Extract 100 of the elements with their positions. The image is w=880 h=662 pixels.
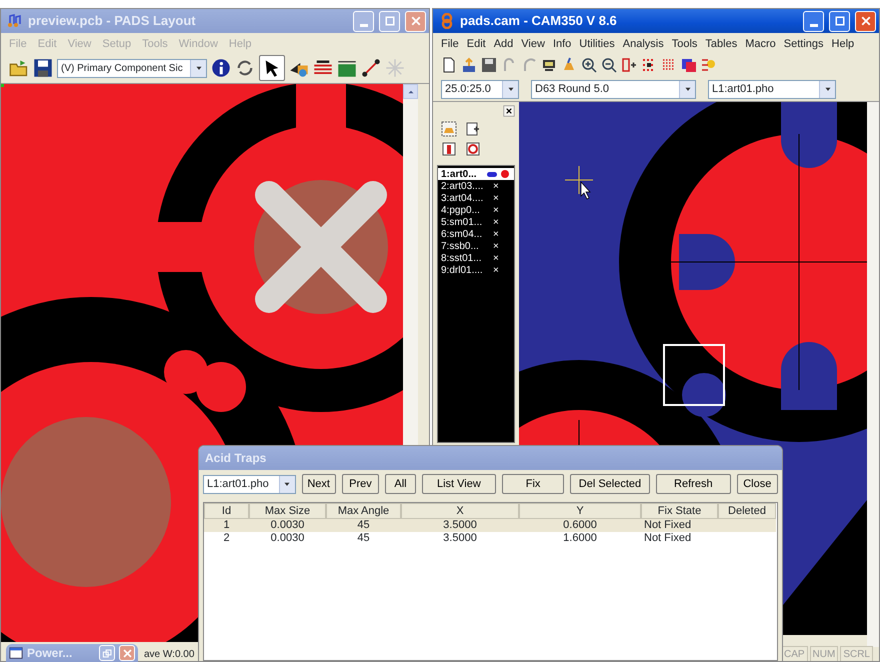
hidden-mark[interactable]: × [493,190,499,206]
close-panel-icon[interactable] [503,105,515,117]
column-header[interactable]: Max Size [249,503,326,519]
column-header[interactable]: Y [519,503,641,519]
starburst-icon[interactable] [385,58,405,78]
add-layer-icon[interactable] [465,121,481,137]
table-cell-text: 45 [356,532,371,545]
zoom-in-icon[interactable] [581,57,597,73]
menu-item[interactable]: Add [494,36,514,50]
dialog-button[interactable]: Del Selected [570,474,650,494]
aperture-dropdown[interactable]: D63 Round 5.0 [531,80,696,98]
maximize-button[interactable] [829,10,850,32]
layer-item[interactable]: 1:art0... [438,168,514,180]
status-indicator: NUM [810,646,838,661]
hidden-mark[interactable]: × [493,250,499,266]
column-header[interactable]: Max Angle [326,503,401,519]
status-indicator: SCRL [840,646,873,661]
music-note-icon [7,13,23,29]
layer-item[interactable]: 3:art04.... × [438,192,514,204]
column-header[interactable]: Fix State [641,503,718,519]
app-logo-icon [439,13,455,29]
minimize-icon [810,24,818,26]
menu-item[interactable]: View [521,36,545,50]
layers-icon[interactable] [681,57,697,73]
grid-dropdown[interactable]: 25.0:25.0 [441,80,519,98]
layer-item[interactable]: 6:sm04... × [438,228,514,240]
hidden-mark[interactable]: × [493,226,499,242]
minimize-button[interactable] [803,10,824,32]
menu-item[interactable]: Utilities [579,36,615,50]
window-title: Power... [27,645,74,662]
layer-name: 7:ssb0... [441,240,480,254]
paint-layer-icon[interactable] [441,121,457,137]
dialog-button[interactable]: All [385,474,416,494]
table-cell: 0.6000 [519,519,641,532]
table-cell-text: 0.0030 [270,532,306,545]
column-header[interactable]: Deleted [718,503,776,519]
select-tool-button[interactable] [259,55,285,81]
layer-name: 3:art04.... [441,192,484,206]
layer-name: 6:sm04... [441,228,484,242]
menu-item[interactable]: Tools [672,36,698,50]
dialog-button[interactable]: Fix [502,474,564,494]
table-cell: 1 [204,519,249,532]
menu-item[interactable]: Help [832,36,854,50]
layer-item[interactable]: 4:pgp0... × [438,204,514,216]
layer-info-icon[interactable] [441,141,457,157]
dialog-button[interactable]: List View [422,474,496,494]
table-cell [718,519,776,532]
vertical-scrollbar[interactable] [867,102,879,647]
layer-item[interactable]: 9:drl01.... × [438,264,514,276]
folder-icon[interactable] [9,58,29,78]
info-icon[interactable] [211,58,231,78]
layer-item[interactable]: 7:ssb0... × [438,240,514,252]
save-icon[interactable] [481,57,497,73]
layer-name: 8:sst01... [441,252,483,266]
close-icon [122,648,132,658]
column-header[interactable]: Id [204,503,249,519]
menu-item[interactable]: Macro [745,36,776,50]
layer-name: 4:pgp0... [441,204,481,218]
line-tool-icon[interactable] [361,58,381,78]
window-icon [9,646,23,660]
import-icon[interactable] [461,57,477,73]
monitor-icon[interactable] [541,57,557,73]
menu-item[interactable]: Settings [784,36,824,50]
layer-name: 9:drl01.... [441,264,484,278]
window-title: pads.cam - CAM350 V 8.6 [460,12,618,30]
dialog-button[interactable]: Refresh [656,474,731,494]
close-button[interactable] [855,10,876,32]
refresh-icon[interactable] [235,58,255,78]
hidden-mark[interactable]: × [493,178,499,194]
column-header[interactable]: X [401,503,519,519]
layer-name: 2:art03.... [441,180,484,194]
dialog-button[interactable]: Close [736,474,778,494]
menu-item[interactable]: Tables [705,36,738,50]
table-cell: 3.5000 [401,519,519,532]
layer-item[interactable]: 5:sm01... × [438,216,514,228]
new-file-icon[interactable] [441,57,457,73]
save-icon[interactable] [33,58,53,78]
hidden-mark[interactable]: × [493,262,499,278]
restore-icon [102,648,112,658]
hidden-mark[interactable]: × [493,214,499,230]
layer-target-icon[interactable] [465,141,481,157]
dialog-title: Acid Traps [205,450,266,467]
zoom-out-icon[interactable] [601,57,617,73]
menu-item[interactable]: Analysis [622,36,664,50]
layer-dropdown[interactable]: L1:art01.pho [203,474,296,494]
minimize-icon [360,24,368,26]
dialog-button[interactable]: Prev [342,474,380,494]
dialog-button[interactable]: Next [302,474,336,494]
board-icon[interactable] [337,58,357,78]
hidden-mark[interactable]: × [493,202,499,218]
hidden-mark[interactable]: × [493,238,499,254]
add-pad-icon[interactable] [621,57,637,73]
layer-dropdown[interactable]: (V) Primary Component Sic [57,58,207,78]
layer-item[interactable]: 8:sst01... × [438,252,514,264]
menu-item[interactable]: Info [552,36,572,50]
layer-item[interactable]: 2:art03.... × [438,180,514,192]
menu-item[interactable]: File [441,36,459,50]
menu-item[interactable]: Edit [466,36,486,50]
visibility-indicator [487,172,497,176]
layer-dropdown[interactable]: L1:art01.pho [708,80,836,98]
